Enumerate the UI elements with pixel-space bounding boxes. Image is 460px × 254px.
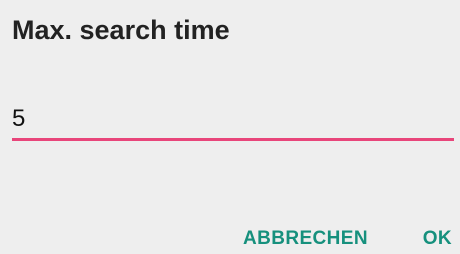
search-time-input[interactable] [12, 100, 454, 138]
dialog-title: Max. search time [12, 15, 230, 45]
input-underline [12, 138, 454, 141]
search-time-field[interactable] [12, 100, 454, 142]
ok-button[interactable]: OK [423, 224, 452, 254]
cancel-button[interactable]: ABBRECHEN [243, 224, 368, 254]
max-search-time-dialog: Max. search time ABBRECHEN OK [0, 0, 460, 249]
